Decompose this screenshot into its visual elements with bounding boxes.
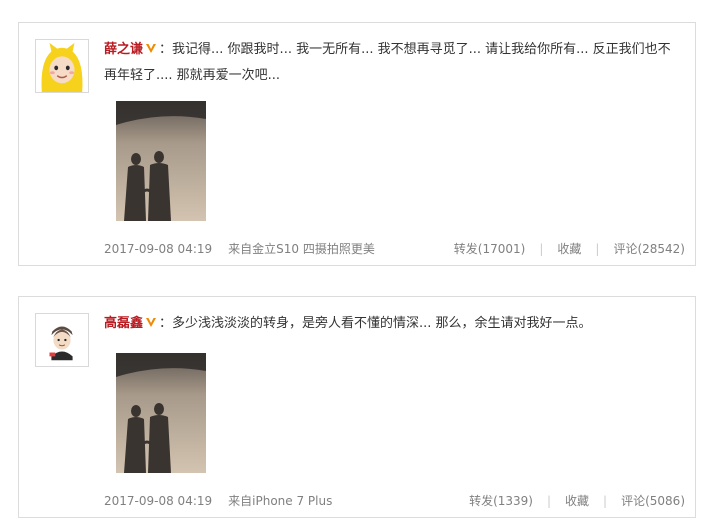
username-link[interactable]: 薛之谦 <box>104 42 143 57</box>
colon-separator: ： <box>159 316 173 331</box>
username-link[interactable]: 高磊鑫 <box>104 316 143 331</box>
shadow-couple-photo <box>116 353 206 473</box>
separator: | <box>546 493 552 508</box>
yellow-hood-avatar-icon <box>36 40 88 92</box>
separator: | <box>603 493 608 508</box>
repost-button[interactable]: 转发(1339) <box>469 492 533 509</box>
separator: | <box>539 241 544 256</box>
post-source[interactable]: 来自iPhone 7 Plus <box>228 492 332 509</box>
comment-button[interactable]: 评论(28542) <box>613 240 685 257</box>
comment-button[interactable]: 评论(5086) <box>621 492 685 509</box>
separator: | <box>595 241 600 256</box>
shadow-couple-photo <box>116 101 206 221</box>
weibo-post-card: 薛之谦 ：我记得... 你跟我时... 我一无所有... 我不想再寻觅了... 请… <box>18 22 696 266</box>
colon-separator: ： <box>159 42 173 57</box>
favorite-button[interactable]: 收藏 <box>557 240 581 257</box>
post-source[interactable]: 来自金立S10 四摄拍照更美 <box>228 240 375 257</box>
post-photo[interactable] <box>116 101 206 221</box>
user-avatar[interactable] <box>35 39 89 93</box>
post-date[interactable]: 2017-09-08 04:19 <box>104 242 212 256</box>
post-meta: 2017-09-08 04:19 来自iPhone 7 Plus 转发(1339… <box>104 492 685 509</box>
favorite-button[interactable]: 收藏 <box>565 492 589 509</box>
post-text: 我记得... 你跟我时... 我一无所有... 我不想再寻觅了... 请让我给你… <box>104 42 671 83</box>
post-content: 高磊鑫 ：多少浅浅淡淡的转身，是旁人看不懂的情深... 那么，余生请对我好一点。 <box>104 311 683 337</box>
post-photo[interactable] <box>116 353 206 473</box>
post-text: 多少浅浅淡淡的转身，是旁人看不懂的情深... 那么，余生请对我好一点。 <box>172 316 592 331</box>
post-meta: 2017-09-08 04:19 来自金立S10 四摄拍照更美 转发(17001… <box>104 240 685 257</box>
weibo-post-card: 高磊鑫 ：多少浅浅淡淡的转身，是旁人看不懂的情深... 那么，余生请对我好一点。 … <box>18 296 696 518</box>
post-date[interactable]: 2017-09-08 04:19 <box>104 494 212 508</box>
repost-button[interactable]: 转发(17001) <box>454 240 526 257</box>
cartoon-boy-avatar-icon <box>36 314 88 366</box>
post-content: 薛之谦 ：我记得... 你跟我时... 我一无所有... 我不想再寻觅了... 请… <box>104 37 683 89</box>
user-avatar[interactable] <box>35 313 89 367</box>
vip-badge-icon[interactable] <box>145 316 157 328</box>
vip-badge-icon[interactable] <box>145 42 157 54</box>
